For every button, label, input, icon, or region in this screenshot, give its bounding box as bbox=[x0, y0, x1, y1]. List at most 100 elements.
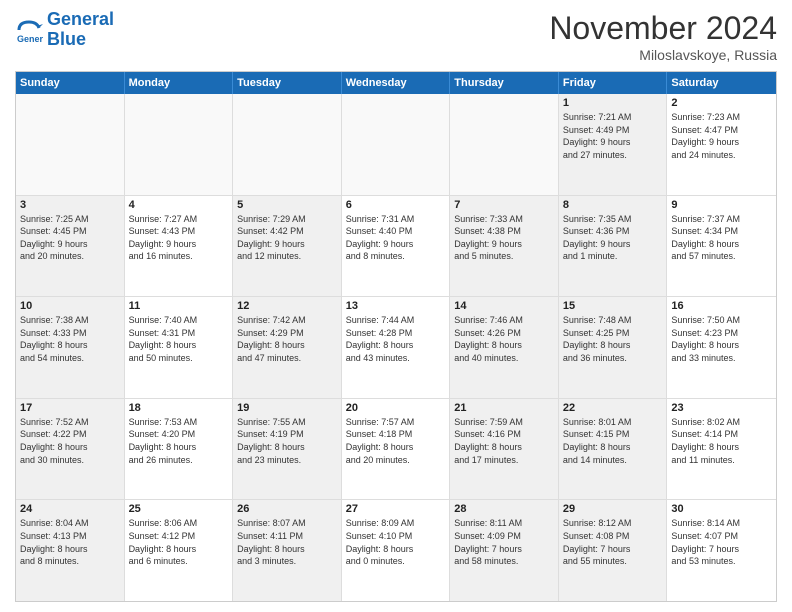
day-number: 25 bbox=[129, 503, 229, 515]
day-number: 22 bbox=[563, 402, 663, 414]
day-number: 14 bbox=[454, 300, 554, 312]
day-info: Sunrise: 7:40 AMSunset: 4:31 PMDaylight:… bbox=[129, 314, 229, 364]
day-number: 27 bbox=[346, 503, 446, 515]
day-info: Sunrise: 7:53 AMSunset: 4:20 PMDaylight:… bbox=[129, 416, 229, 466]
calendar-cell: 5Sunrise: 7:29 AMSunset: 4:42 PMDaylight… bbox=[233, 196, 342, 297]
calendar-cell: 8Sunrise: 7:35 AMSunset: 4:36 PMDaylight… bbox=[559, 196, 668, 297]
day-info: Sunrise: 7:37 AMSunset: 4:34 PMDaylight:… bbox=[671, 213, 772, 263]
day-info: Sunrise: 7:23 AMSunset: 4:47 PMDaylight:… bbox=[671, 111, 772, 161]
day-number: 11 bbox=[129, 300, 229, 312]
calendar-cell bbox=[342, 94, 451, 195]
day-info: Sunrise: 7:33 AMSunset: 4:38 PMDaylight:… bbox=[454, 213, 554, 263]
day-number: 17 bbox=[20, 402, 120, 414]
calendar-cell: 15 Sunrise: 7:48 AMSunset: 4:25 PMDayligh… bbox=[559, 297, 668, 398]
calendar-cell: 28 Sunrise: 8:11 AMSunset: 4:09 PMDayligh… bbox=[450, 500, 559, 601]
day-number: 1 bbox=[563, 97, 663, 109]
day-number: 5 bbox=[237, 199, 337, 211]
day-info: Sunrise: 7:50 AMSunset: 4:23 PMDaylight:… bbox=[671, 314, 772, 364]
day-info: Sunrise: 7:27 AMSunset: 4:43 PMDaylight:… bbox=[129, 213, 229, 263]
day-number: 24 bbox=[20, 503, 120, 515]
day-info: Sunrise: 7:48 AMSunset: 4:25 PMDaylight:… bbox=[563, 314, 663, 364]
calendar-cell: 4 Sunrise: 7:27 AMSunset: 4:43 PMDaylight… bbox=[125, 196, 234, 297]
calendar-header: SundayMondayTuesdayWednesdayThursdayFrid… bbox=[16, 72, 776, 94]
weekday-header: Sunday bbox=[16, 72, 125, 94]
calendar-cell: 19 Sunrise: 7:55 AMSunset: 4:19 PMDayligh… bbox=[233, 399, 342, 500]
weekday-header: Monday bbox=[125, 72, 234, 94]
calendar-cell: 12 Sunrise: 7:42 AMSunset: 4:29 PMDayligh… bbox=[233, 297, 342, 398]
day-number: 19 bbox=[237, 402, 337, 414]
calendar-cell: 2 Sunrise: 7:23 AMSunset: 4:47 PMDaylight… bbox=[667, 94, 776, 195]
calendar-cell: 23Sunrise: 8:02 AMSunset: 4:14 PMDayligh… bbox=[667, 399, 776, 500]
day-number: 13 bbox=[346, 300, 446, 312]
day-number: 28 bbox=[454, 503, 554, 515]
title-section: November 2024 Miloslavskoye, Russia bbox=[549, 10, 777, 63]
calendar-cell: 21Sunrise: 7:59 AMSunset: 4:16 PMDayligh… bbox=[450, 399, 559, 500]
day-number: 3 bbox=[20, 199, 120, 211]
page: General General Blue November 2024 Milos… bbox=[0, 0, 792, 612]
day-info: Sunrise: 7:52 AMSunset: 4:22 PMDaylight:… bbox=[20, 416, 120, 466]
day-number: 30 bbox=[671, 503, 772, 515]
calendar-cell: 3 Sunrise: 7:25 AMSunset: 4:45 PMDaylight… bbox=[16, 196, 125, 297]
svg-text:General: General bbox=[17, 34, 43, 44]
calendar-cell: 6Sunrise: 7:31 AMSunset: 4:40 PMDaylight… bbox=[342, 196, 451, 297]
day-number: 26 bbox=[237, 503, 337, 515]
calendar-cell: 14 Sunrise: 7:46 AMSunset: 4:26 PMDayligh… bbox=[450, 297, 559, 398]
calendar-row: 17 Sunrise: 7:52 AMSunset: 4:22 PMDayligh… bbox=[16, 399, 776, 501]
day-info: Sunrise: 7:38 AMSunset: 4:33 PMDaylight:… bbox=[20, 314, 120, 364]
weekday-header: Friday bbox=[559, 72, 668, 94]
day-info: Sunrise: 8:06 AMSunset: 4:12 PMDaylight:… bbox=[129, 517, 229, 567]
day-number: 29 bbox=[563, 503, 663, 515]
day-info: Sunrise: 8:11 AMSunset: 4:09 PMDaylight:… bbox=[454, 517, 554, 567]
calendar-cell: 26 Sunrise: 8:07 AMSunset: 4:11 PMDayligh… bbox=[233, 500, 342, 601]
day-number: 4 bbox=[129, 199, 229, 211]
calendar-cell: 11 Sunrise: 7:40 AMSunset: 4:31 PMDayligh… bbox=[125, 297, 234, 398]
calendar-body: 1Sunrise: 7:21 AMSunset: 4:49 PMDaylight… bbox=[16, 94, 776, 601]
day-number: 20 bbox=[346, 402, 446, 414]
day-number: 15 bbox=[563, 300, 663, 312]
calendar-cell bbox=[16, 94, 125, 195]
calendar-row: 10 Sunrise: 7:38 AMSunset: 4:33 PMDayligh… bbox=[16, 297, 776, 399]
day-number: 16 bbox=[671, 300, 772, 312]
day-number: 2 bbox=[671, 97, 772, 109]
day-info: Sunrise: 8:09 AMSunset: 4:10 PMDaylight:… bbox=[346, 517, 446, 567]
day-info: Sunrise: 7:57 AMSunset: 4:18 PMDaylight:… bbox=[346, 416, 446, 466]
day-info: Sunrise: 7:25 AMSunset: 4:45 PMDaylight:… bbox=[20, 213, 120, 263]
day-info: Sunrise: 7:35 AMSunset: 4:36 PMDaylight:… bbox=[563, 213, 663, 263]
calendar: SundayMondayTuesdayWednesdayThursdayFrid… bbox=[15, 71, 777, 602]
logo-line2: Blue bbox=[47, 29, 86, 49]
day-number: 6 bbox=[346, 199, 446, 211]
day-info: Sunrise: 8:12 AMSunset: 4:08 PMDaylight:… bbox=[563, 517, 663, 567]
calendar-cell: 13 Sunrise: 7:44 AMSunset: 4:28 PMDayligh… bbox=[342, 297, 451, 398]
weekday-header: Wednesday bbox=[342, 72, 451, 94]
calendar-cell: 16 Sunrise: 7:50 AMSunset: 4:23 PMDayligh… bbox=[667, 297, 776, 398]
day-info: Sunrise: 7:55 AMSunset: 4:19 PMDaylight:… bbox=[237, 416, 337, 466]
day-info: Sunrise: 7:46 AMSunset: 4:26 PMDaylight:… bbox=[454, 314, 554, 364]
header: General General Blue November 2024 Milos… bbox=[15, 10, 777, 63]
calendar-cell: 17 Sunrise: 7:52 AMSunset: 4:22 PMDayligh… bbox=[16, 399, 125, 500]
day-info: Sunrise: 8:07 AMSunset: 4:11 PMDaylight:… bbox=[237, 517, 337, 567]
calendar-cell: 9 Sunrise: 7:37 AMSunset: 4:34 PMDaylight… bbox=[667, 196, 776, 297]
logo: General General Blue bbox=[15, 10, 114, 50]
day-info: Sunrise: 7:42 AMSunset: 4:29 PMDaylight:… bbox=[237, 314, 337, 364]
day-info: Sunrise: 8:02 AMSunset: 4:14 PMDaylight:… bbox=[671, 416, 772, 466]
calendar-cell: 25 Sunrise: 8:06 AMSunset: 4:12 PMDayligh… bbox=[125, 500, 234, 601]
calendar-row: 3 Sunrise: 7:25 AMSunset: 4:45 PMDaylight… bbox=[16, 196, 776, 298]
calendar-cell bbox=[233, 94, 342, 195]
calendar-row: 24Sunrise: 8:04 AMSunset: 4:13 PMDayligh… bbox=[16, 500, 776, 601]
weekday-header: Tuesday bbox=[233, 72, 342, 94]
calendar-cell: 20 Sunrise: 7:57 AMSunset: 4:18 PMDayligh… bbox=[342, 399, 451, 500]
day-number: 18 bbox=[129, 402, 229, 414]
calendar-cell: 18 Sunrise: 7:53 AMSunset: 4:20 PMDayligh… bbox=[125, 399, 234, 500]
location: Miloslavskoye, Russia bbox=[549, 47, 777, 63]
day-info: Sunrise: 7:59 AMSunset: 4:16 PMDaylight:… bbox=[454, 416, 554, 466]
calendar-cell: 22 Sunrise: 8:01 AMSunset: 4:15 PMDayligh… bbox=[559, 399, 668, 500]
weekday-header: Thursday bbox=[450, 72, 559, 94]
calendar-cell: 30Sunrise: 8:14 AMSunset: 4:07 PMDayligh… bbox=[667, 500, 776, 601]
day-number: 10 bbox=[20, 300, 120, 312]
logo-text: General Blue bbox=[47, 10, 114, 50]
day-info: Sunrise: 8:01 AMSunset: 4:15 PMDaylight:… bbox=[563, 416, 663, 466]
day-info: Sunrise: 7:44 AMSunset: 4:28 PMDaylight:… bbox=[346, 314, 446, 364]
day-number: 9 bbox=[671, 199, 772, 211]
calendar-cell: 1Sunrise: 7:21 AMSunset: 4:49 PMDaylight… bbox=[559, 94, 668, 195]
day-number: 12 bbox=[237, 300, 337, 312]
